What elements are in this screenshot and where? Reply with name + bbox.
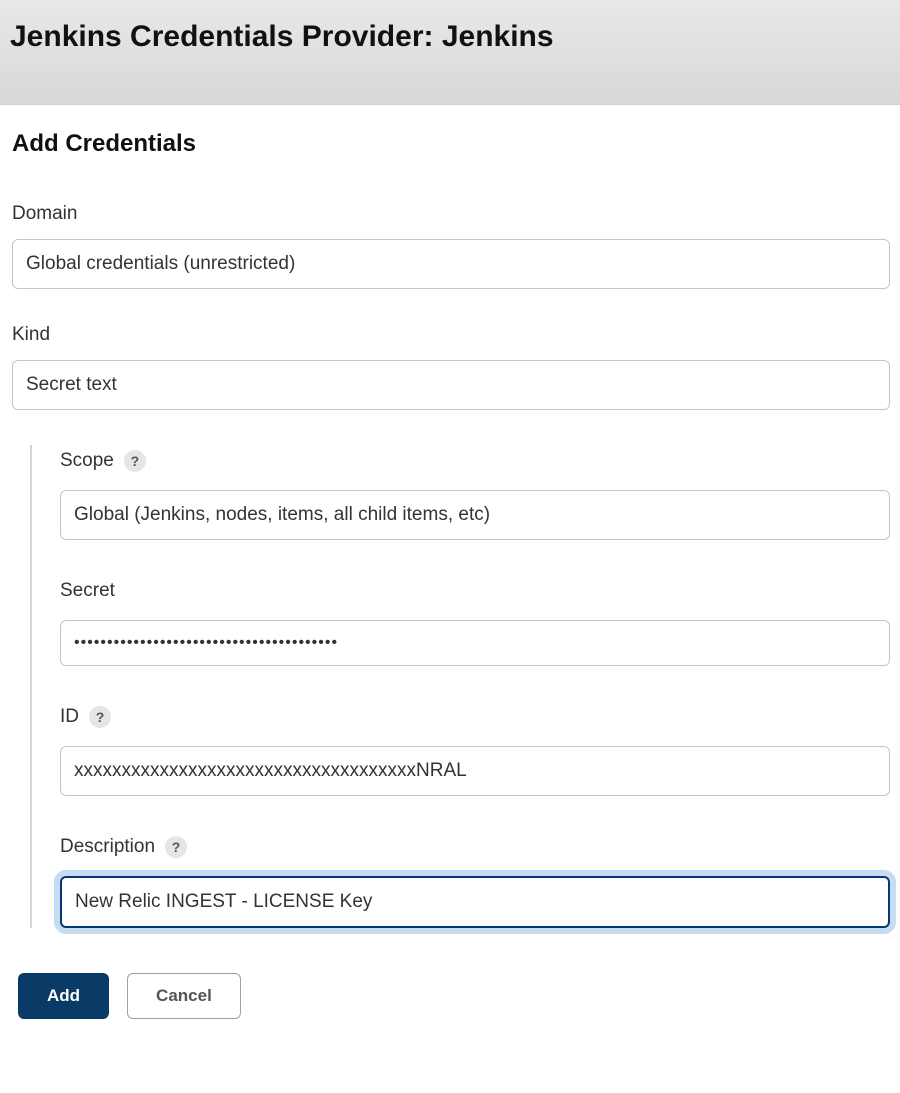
add-button[interactable]: Add [18,973,109,1019]
kind-select[interactable] [12,360,890,410]
description-label-row: Description ? [60,836,890,858]
scope-field-group: Scope ? [60,450,890,540]
kind-label: Kind [12,324,890,346]
help-icon[interactable]: ? [124,450,146,472]
id-field-group: ID ? [60,706,890,796]
help-icon[interactable]: ? [165,836,187,858]
dialog-header: Jenkins Credentials Provider: Jenkins [0,0,900,105]
id-label-row: ID ? [60,706,890,728]
description-field-group: Description ? [60,836,890,928]
domain-label: Domain [12,203,890,225]
scope-select[interactable] [60,490,890,540]
help-icon[interactable]: ? [89,706,111,728]
secret-field-group: Secret [60,580,890,666]
cancel-button[interactable]: Cancel [127,973,241,1019]
dialog-button-row: Add Cancel [0,963,900,1039]
scope-label-row: Scope ? [60,450,890,472]
kind-details-section: Scope ? Secret ID ? Description ? [30,445,890,928]
dialog-content: Add Credentials Domain Kind Scope ? Secr… [0,105,900,963]
dialog-title: Jenkins Credentials Provider: Jenkins [10,20,890,54]
scope-label: Scope [60,450,114,472]
id-label: ID [60,706,79,728]
domain-select[interactable] [12,239,890,289]
id-input[interactable] [60,746,890,796]
section-title: Add Credentials [12,130,890,158]
description-input[interactable] [60,876,890,928]
secret-label: Secret [60,580,890,602]
domain-field-group: Domain [12,203,890,289]
secret-input[interactable] [60,620,890,666]
kind-field-group: Kind [12,324,890,410]
description-label: Description [60,836,155,858]
